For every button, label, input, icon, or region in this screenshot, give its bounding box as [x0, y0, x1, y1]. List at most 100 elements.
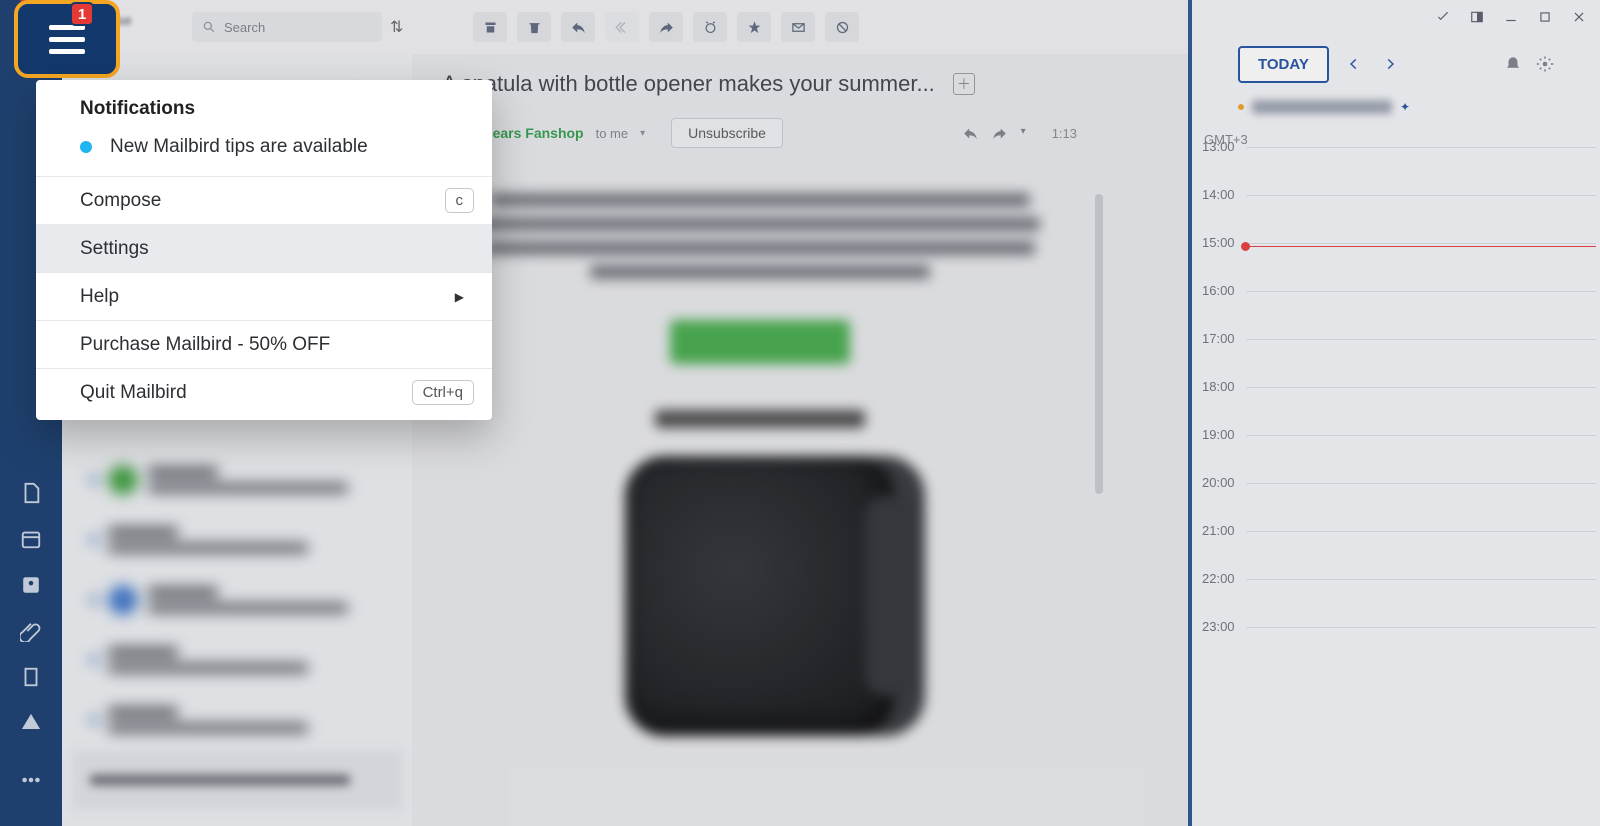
more-icon[interactable]: [17, 766, 45, 794]
hour-row[interactable]: 21:00: [1246, 531, 1596, 579]
document-icon[interactable]: [17, 663, 45, 691]
hour-label: 18:00: [1202, 379, 1235, 394]
hour-row[interactable]: 20:00: [1246, 483, 1596, 531]
calendar-nav: TODAY: [1192, 34, 1600, 94]
list-item[interactable]: [72, 630, 402, 690]
inline-actions: ▾: [963, 126, 1026, 141]
prev-day-icon[interactable]: [1343, 53, 1365, 75]
star-icon[interactable]: [737, 12, 771, 42]
hamburger-button[interactable]: 1: [14, 0, 120, 78]
calendar-window-controls: [1192, 0, 1600, 34]
hour-label: 14:00: [1202, 187, 1235, 202]
move-to-folder-icon[interactable]: ＋: [953, 73, 975, 95]
hour-row[interactable]: 16:00: [1246, 291, 1596, 339]
reply-all-icon[interactable]: [605, 12, 639, 42]
mark-read-icon[interactable]: [781, 12, 815, 42]
attachments-icon[interactable]: [17, 617, 45, 645]
dot-icon: [1238, 104, 1244, 110]
menu-item-label: Quit Mailbird: [80, 382, 187, 404]
unsubscribe-button[interactable]: Unsubscribe: [671, 118, 783, 148]
close-icon[interactable]: [1572, 10, 1586, 24]
reading-pane: A spatula with bottle opener makes your …: [412, 54, 1107, 826]
hour-row[interactable]: 19:00: [1246, 435, 1596, 483]
scrollbar[interactable]: [1095, 194, 1103, 494]
hour-row[interactable]: 17:00: [1246, 339, 1596, 387]
sort-icon[interactable]: ⇅: [390, 17, 403, 37]
message-actions: [473, 12, 859, 42]
menu-item-quit-mailbird[interactable]: Quit Mailbird Ctrl+q: [36, 368, 492, 416]
hour-row[interactable]: 22:00: [1246, 579, 1596, 627]
calendar-pane: TODAY ✦ GMT+3 13:0014:0015:0016:0017:001…: [1188, 0, 1600, 826]
search-input[interactable]: Search: [192, 12, 382, 42]
current-time-dot-icon: [1241, 242, 1250, 251]
hour-label: 17:00: [1202, 331, 1235, 346]
forward-icon[interactable]: [649, 12, 683, 42]
chevron-right-icon: ▶: [455, 290, 464, 304]
menu-item-label: Purchase Mailbird - 50% OFF: [80, 334, 330, 356]
hour-label: 22:00: [1202, 571, 1235, 586]
hour-row[interactable]: 13:00: [1246, 147, 1596, 195]
menu-item-settings[interactable]: Settings: [36, 224, 492, 272]
hour-row[interactable]: 23:00: [1246, 627, 1596, 675]
notifications-icon[interactable]: [1504, 55, 1522, 73]
current-date: [1252, 100, 1392, 114]
unread-dot-icon: [80, 141, 92, 153]
contacts-icon[interactable]: [17, 571, 45, 599]
menu-item-purchase-mailbird-50-off[interactable]: Purchase Mailbird - 50% OFF: [36, 320, 492, 368]
hamburger-menu-popup: Notifications New Mailbird tips are avai…: [36, 80, 492, 420]
file-icon[interactable]: [17, 479, 45, 507]
chevron-down-icon[interactable]: ▾: [1021, 126, 1026, 141]
hour-row[interactable]: 15:00: [1246, 243, 1596, 291]
menu-item-label: Settings: [80, 238, 149, 260]
list-item[interactable]: [72, 570, 402, 630]
maximize-icon[interactable]: [1538, 10, 1552, 24]
next-day-icon[interactable]: [1379, 53, 1401, 75]
menu-item-label: Compose: [80, 190, 161, 212]
hour-label: 23:00: [1202, 619, 1235, 634]
notifications-heading: Notifications: [36, 80, 492, 130]
list-item[interactable]: [72, 750, 402, 810]
today-button[interactable]: TODAY: [1238, 46, 1329, 83]
forward-icon[interactable]: [992, 126, 1007, 141]
hour-label: 21:00: [1202, 523, 1235, 538]
shortcut-badge: Ctrl+q: [412, 380, 474, 405]
timezone-label: GMT+3: [1192, 120, 1600, 147]
star-icon: ✦: [1400, 100, 1410, 114]
chevron-down-icon[interactable]: ▾: [640, 128, 645, 139]
email-subject: A spatula with bottle opener makes your …: [442, 71, 935, 97]
snooze-icon[interactable]: [693, 12, 727, 42]
spam-icon[interactable]: [825, 12, 859, 42]
hour-label: 19:00: [1202, 427, 1235, 442]
list-item[interactable]: [72, 510, 402, 570]
list-item[interactable]: [72, 690, 402, 750]
reply-icon[interactable]: [561, 12, 595, 42]
notification-text: New Mailbird tips are available: [110, 136, 368, 158]
cta-button[interactable]: [670, 320, 850, 364]
hour-label: 20:00: [1202, 475, 1235, 490]
hour-row[interactable]: 18:00: [1246, 387, 1596, 435]
recipient-label: to me: [596, 126, 629, 141]
calendar-icon[interactable]: [17, 525, 45, 553]
menu-item-label: Help: [80, 286, 119, 308]
gear-icon[interactable]: [1536, 55, 1554, 73]
hour-label: 13:00: [1202, 139, 1235, 154]
hours-grid[interactable]: 13:0014:0015:0016:0017:0018:0019:0020:00…: [1192, 147, 1600, 675]
email-body: [442, 188, 1077, 736]
reply-icon[interactable]: [963, 126, 978, 141]
minimize-icon[interactable]: [1504, 10, 1518, 24]
subject-row: A spatula with bottle opener makes your …: [442, 64, 1077, 104]
message-time: 1:13: [1052, 126, 1077, 141]
menu-item-compose[interactable]: Composec: [36, 176, 492, 224]
drive-icon[interactable]: [17, 709, 45, 737]
menu-item-help[interactable]: Help ▶: [36, 272, 492, 320]
email-meta: icago Bears Fanshop to me ▾ Unsubscribe …: [442, 104, 1077, 162]
hour-row[interactable]: 14:00: [1246, 195, 1596, 243]
notification-item[interactable]: New Mailbird tips are available: [36, 130, 492, 176]
archive-icon[interactable]: [473, 12, 507, 42]
checklist-icon[interactable]: [1436, 10, 1450, 24]
date-label: ✦: [1192, 94, 1600, 120]
delete-icon[interactable]: [517, 12, 551, 42]
hour-label: 15:00: [1202, 235, 1235, 250]
list-item[interactable]: [72, 450, 402, 510]
panel-icon[interactable]: [1470, 10, 1484, 24]
